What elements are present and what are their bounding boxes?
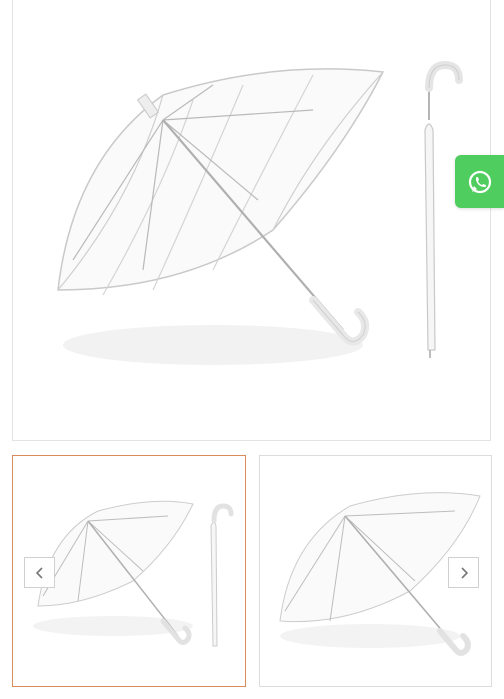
chevron-right-icon [460,566,468,579]
chevron-left-icon [35,566,43,579]
umbrella-illustration [57,60,463,365]
whatsapp-icon [468,170,491,193]
next-button[interactable] [448,557,479,588]
previous-button[interactable] [24,557,55,588]
main-product-image[interactable] [12,0,491,441]
whatsapp-button[interactable] [455,155,504,208]
